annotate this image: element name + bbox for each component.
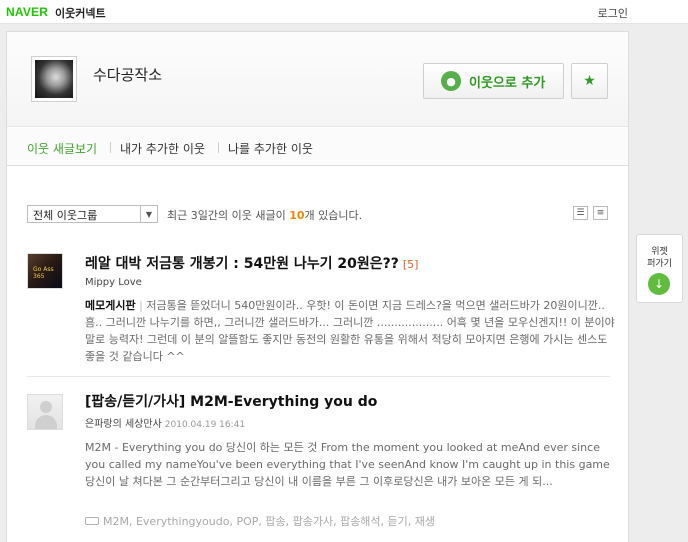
add-neighbor-button[interactable]: ● 이웃으로 추가 [423,63,564,99]
tab-separator [110,142,111,153]
tab-added-me-neighbors[interactable]: 나를 추가한 이웃 [228,140,313,157]
post-date: 2010.04.19 16:41 [164,420,246,430]
profile-nickname[interactable]: 수다공작소 [93,64,162,85]
post-divider [27,376,610,377]
list-view-icon[interactable]: ☰ [573,206,588,220]
tab-my-added-neighbors[interactable]: 내가 추가한 이웃 [120,140,205,157]
tag-icon [85,517,99,525]
login-link[interactable]: 로그인 [598,5,628,21]
favorite-button[interactable]: ★ [571,63,608,99]
tab-separator [218,142,219,153]
post-excerpt[interactable]: M2M - Everything you do 당신이 하는 모든 것 From… [85,439,615,490]
tab-bar: 이웃 새글보기 내가 추가한 이웃 나를 추가한 이웃 [7,128,628,166]
post-author[interactable]: Mippy Love [85,277,142,288]
chevron-down-icon[interactable]: ▼ [140,206,157,222]
widget-share-button[interactable]: 위젯 퍼가기 ↓ [636,234,683,303]
avatar[interactable] [31,56,77,102]
post-thumbnail[interactable]: Go Ass 365 [27,253,63,289]
post-excerpt[interactable]: 메모게시판 | 저금통을 뜯었더니 540만원이라.. 우핫! 이 돈이면 지금… [85,297,615,365]
post-author[interactable]: 은파랑의 세상만사 2010.04.19 16:41 [85,415,245,430]
group-filter-select[interactable]: 전체 이웃그룹 ▼ [27,205,158,223]
post-title[interactable]: 레알 대박 저금통 개봉기 : 54만원 나누기 20원은?? [5] [85,253,418,273]
new-post-count: 10 [289,209,305,222]
top-bar: NAVER 이웃커넥트 로그인 [0,0,688,24]
service-name[interactable]: 이웃커넥트 [55,5,106,21]
tab-neighbor-new-posts[interactable]: 이웃 새글보기 [27,140,97,157]
profile-header: 수다공작소 ● 이웃으로 추가 ★ [7,32,628,127]
group-filter-value: 전체 이웃그룹 [33,209,98,222]
compact-view-icon[interactable]: ≡ [593,206,608,220]
avatar-image [35,60,73,98]
post-title[interactable]: [팝송/듣기/가사] M2M-Everything you do [85,391,377,411]
board-name: 메모게시판 [85,299,136,312]
new-post-summary: 최근 3일간의 이웃 새글이 10개 있습니다. [167,209,363,222]
download-icon: ↓ [648,273,670,295]
person-icon: ● [441,71,461,91]
naver-logo[interactable]: NAVER [6,5,48,19]
main-card: 수다공작소 ● 이웃으로 추가 ★ 이웃 새글보기 내가 추가한 이웃 나를 추… [6,31,629,542]
add-neighbor-label: 이웃으로 추가 [469,75,546,91]
comment-count[interactable]: [5] [403,258,419,271]
star-icon: ★ [583,73,596,89]
post-tags: M2M, Everythingyoudo, POP, 팝송, 팝송가사, 팝송해… [85,513,435,529]
post-thumbnail[interactable] [27,394,63,430]
